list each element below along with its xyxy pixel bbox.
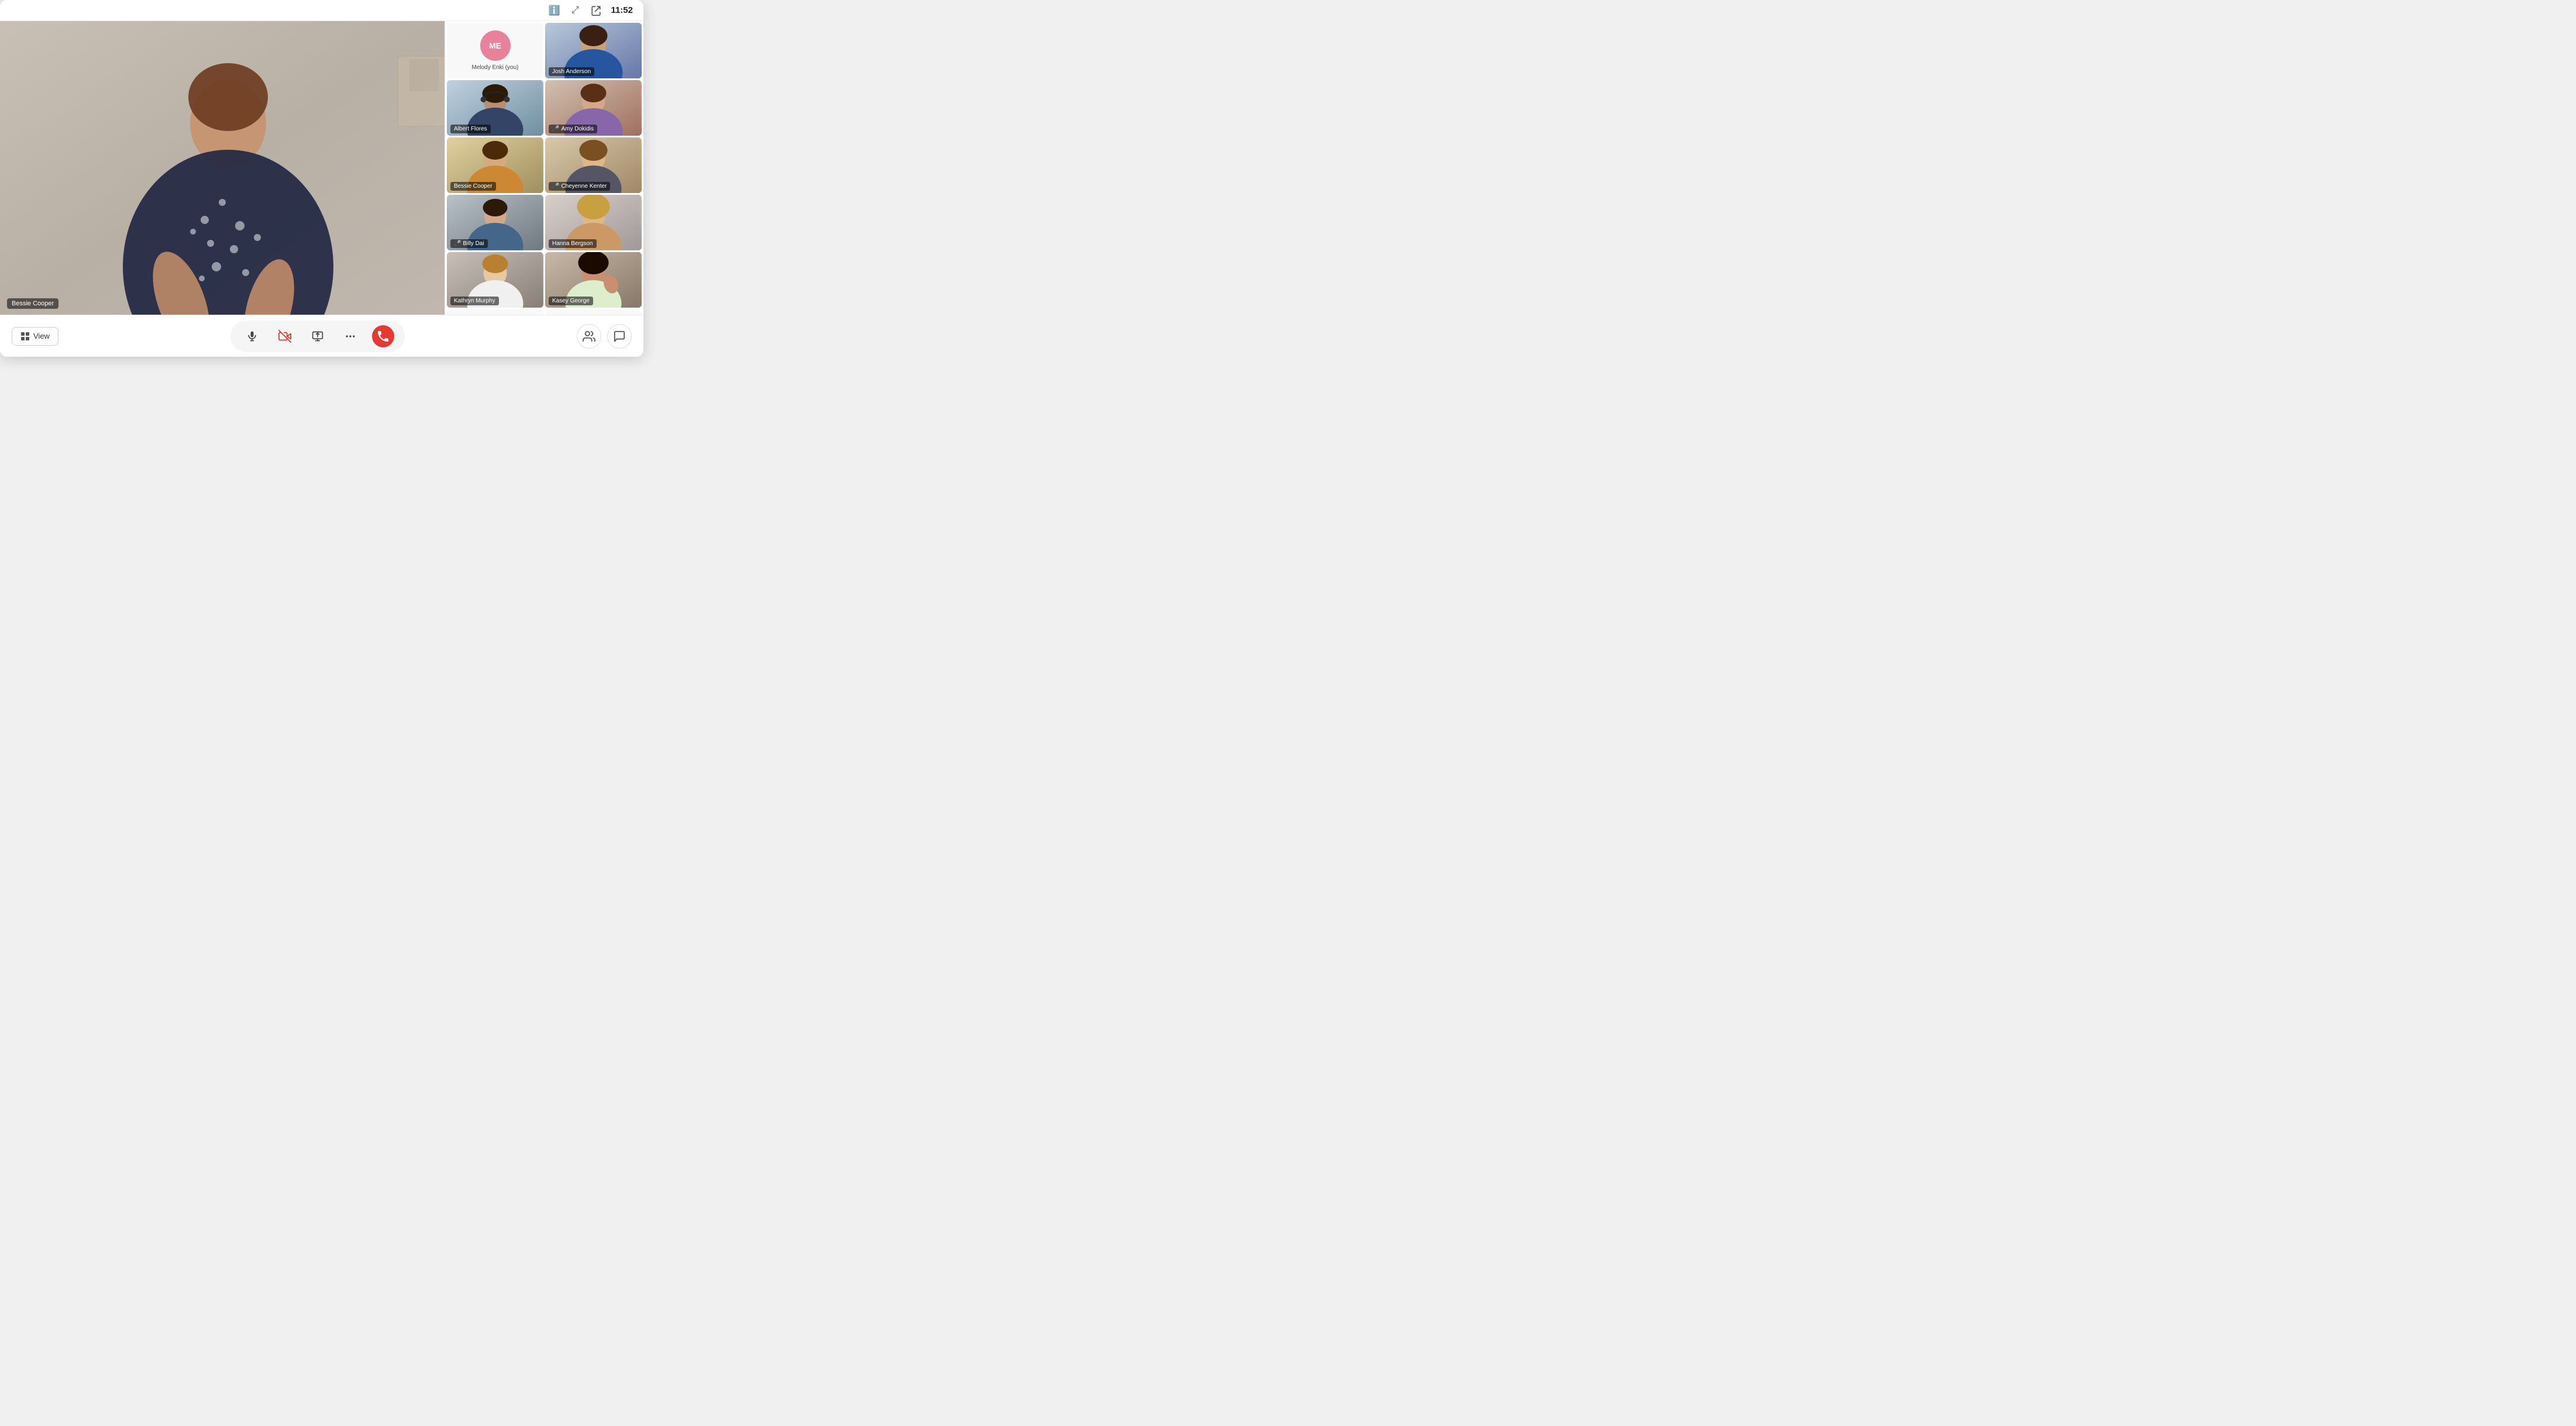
main-speaker-video [0,21,445,315]
cheyenne1-mute-icon: 🎤 [552,183,559,190]
view-label: View [33,332,50,340]
app-container: ℹ️ ⤢ 11:52 [0,0,643,357]
shrink-icon[interactable]: ⤢ [569,4,581,17]
participant-tile-phone[interactable]: (345) ***-***5 [545,309,642,315]
melody-avatar: ME [480,30,511,61]
amy-mute-icon: 🎤 [552,126,559,132]
billy-label: 🎤 Billy Dai [450,239,488,248]
bessie-label: Bessie Cooper [450,182,496,191]
camera-button[interactable] [274,325,296,347]
participant-tile-josh[interactable]: Josh Anderson [545,23,642,78]
participants-grid: ME Melody Enki (you) Josh And [445,21,643,315]
share-button[interactable] [306,325,329,347]
kathryn-label: Kathryn Murphy [450,297,499,305]
participant-tile-billy[interactable]: 🎤 Billy Dai [447,195,543,250]
bottom-right-buttons [577,324,632,349]
end-call-icon [376,329,390,343]
hanna-label: Hanna Bergson [549,239,597,248]
view-grid-icon [20,332,30,341]
melody-name: Melody Enki (you) [471,64,518,71]
participants-icon [583,330,595,343]
clock: 11:52 [611,5,633,15]
external-icon[interactable] [590,4,602,17]
participant-tile-bessie[interactable]: Bessie Cooper [447,137,543,193]
participant-tile-melody[interactable]: ME Melody Enki (you) [447,23,543,78]
participant-tile-albert[interactable]: Albert Flores [447,80,543,136]
participant-tile-kasey[interactable]: Kasey George [545,252,642,308]
more-icon [345,330,356,342]
more-button[interactable] [339,325,361,347]
controls-center [230,321,405,352]
mic-button[interactable] [241,325,263,347]
right-sidebar: ME Melody Enki (you) Josh And [445,21,643,315]
mic-icon [246,330,258,342]
participant-tile-amy[interactable]: 🎤 Amy Dokidis [545,80,642,136]
participants-button[interactable] [577,324,601,349]
participant-tile-kathryn[interactable]: Kathryn Murphy [447,252,543,308]
chat-icon [613,330,626,343]
main-speaker-label: Bessie Cooper [7,298,58,309]
camera-off-icon [278,330,291,343]
josh-label: Josh Anderson [549,67,594,76]
albert-label: Albert Flores [450,125,491,133]
share-screen-icon [312,330,323,342]
end-call-button[interactable] [372,325,394,347]
participant-tile-hanna[interactable]: Hanna Bergson [545,195,642,250]
view-button[interactable]: View [12,327,58,346]
billy-mute-icon: 🎤 [454,240,461,247]
kasey-label: Kasey George [549,297,593,305]
cheyenne1-label: 🎤 Cheyenne Kenter [549,182,610,191]
info-icon[interactable]: ℹ️ [547,4,560,17]
bottom-bar: View [0,315,643,357]
main-video-area: Bessie Cooper [0,21,445,315]
chat-button[interactable] [607,324,632,349]
top-bar: ℹ️ ⤢ 11:52 [0,0,643,21]
participant-tile-cheyenne2[interactable]: 🎤 Cheyenne Kenter [447,309,543,315]
amy-label: 🎤 Amy Dokidis [549,125,597,133]
main-content: Bessie Cooper ME Melody Enki (you) [0,21,643,315]
participant-tile-cheyenne1[interactable]: 🎤 Cheyenne Kenter [545,137,642,193]
main-video-bg [0,21,445,315]
